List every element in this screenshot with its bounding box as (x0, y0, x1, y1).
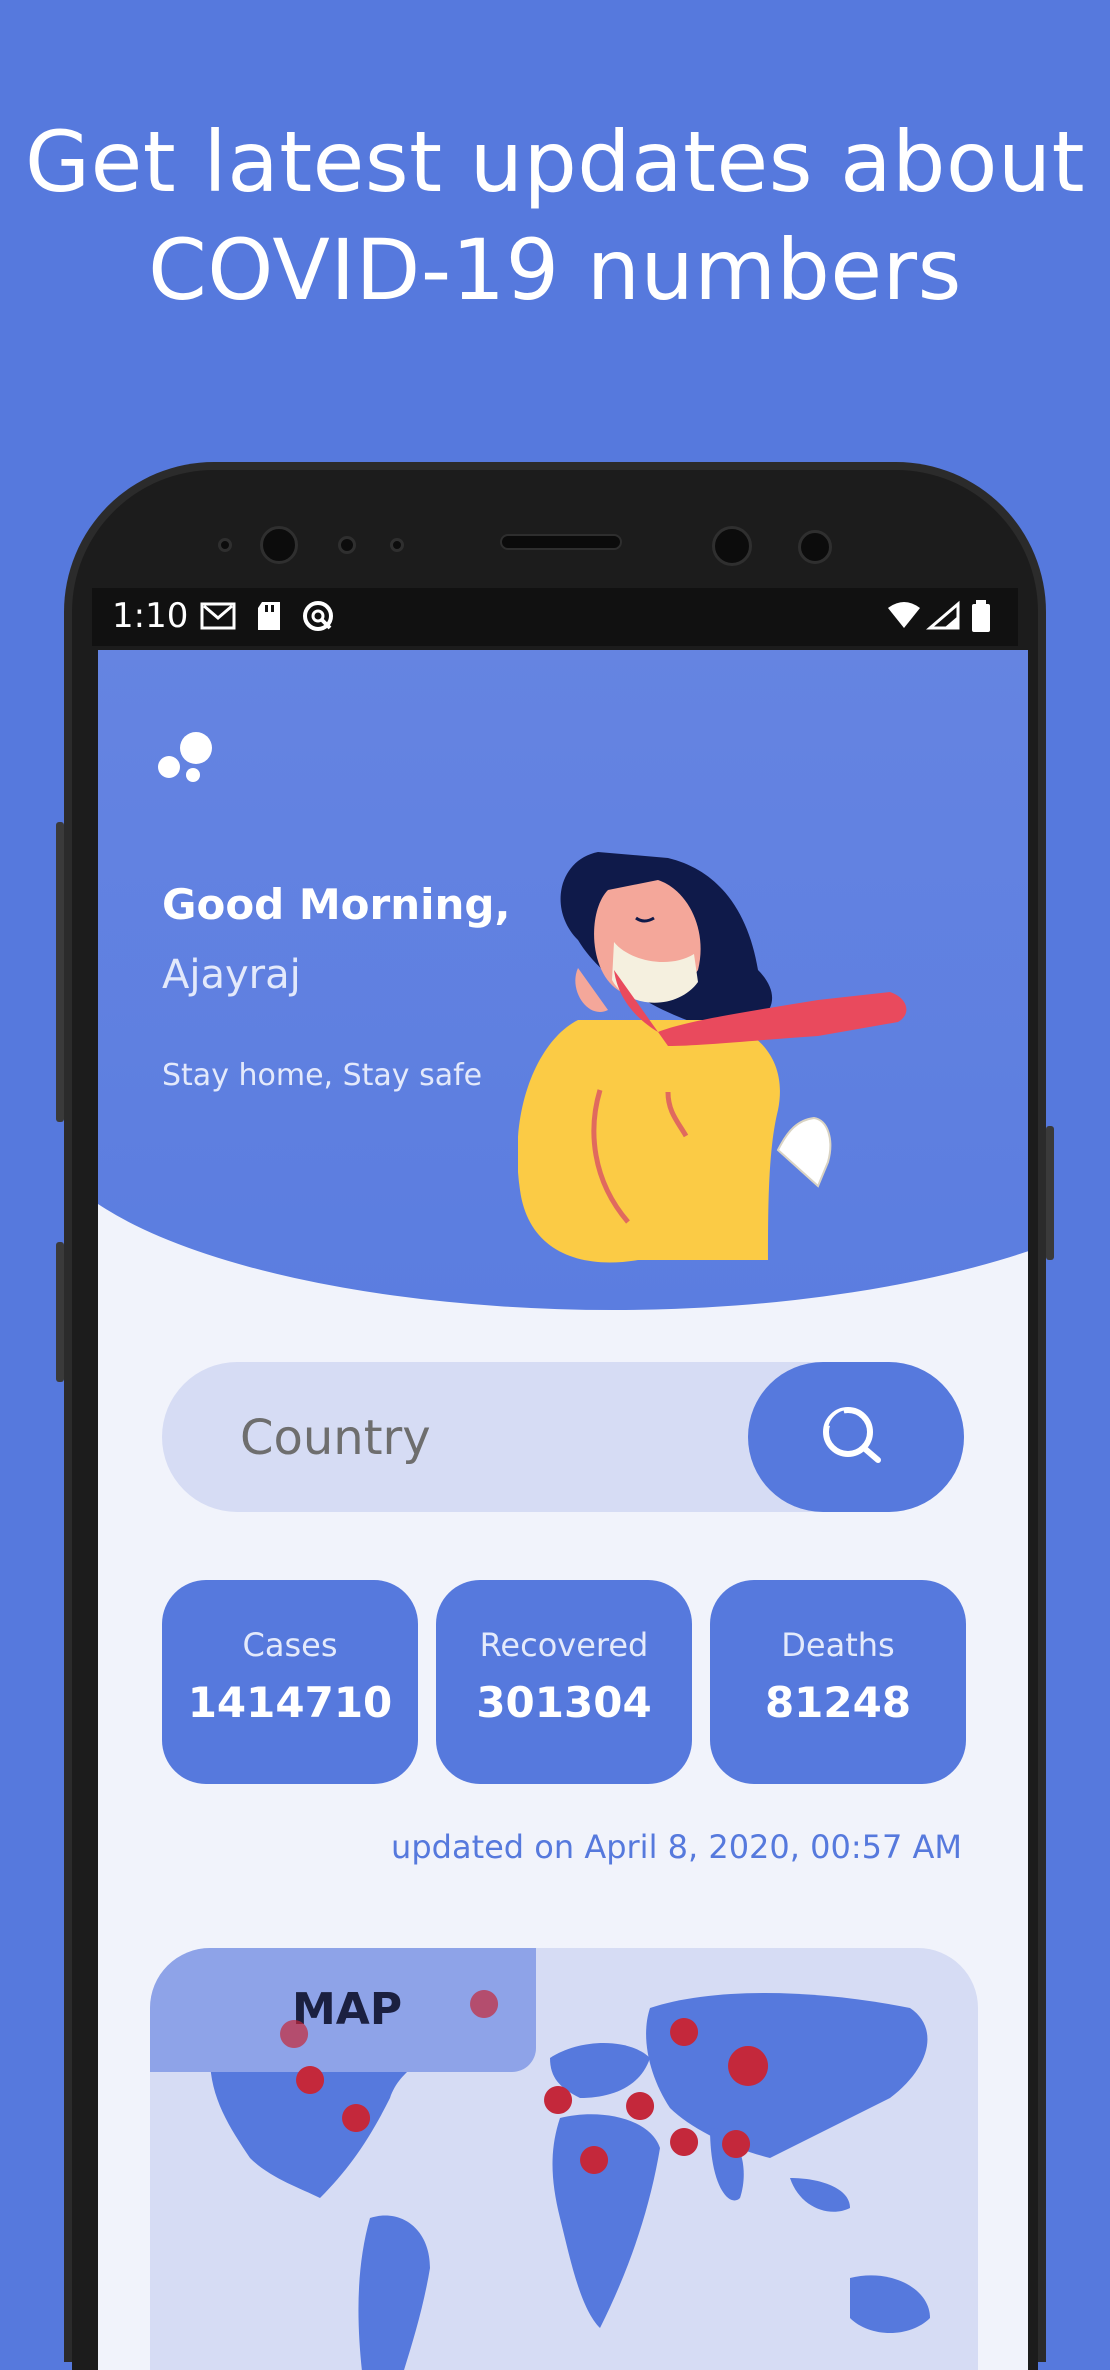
woman-mask-illustration (518, 852, 907, 1263)
earpiece-speaker (500, 534, 622, 550)
proximity-sensor (798, 530, 832, 564)
sensor-dot (338, 536, 356, 554)
headline-line-1: Get latest updates about (24, 113, 1086, 211)
stat-value: 81248 (764, 1678, 912, 1727)
status-time: 1:10 (112, 596, 189, 636)
battery-icon (972, 600, 990, 632)
stat-card-deaths[interactable]: Deaths 81248 (710, 1580, 966, 1784)
wifi-icon (888, 602, 920, 628)
sensor-dot (390, 538, 404, 552)
sensor-dot (218, 538, 232, 552)
stat-card-cases[interactable]: Cases 1414710 (162, 1580, 418, 1784)
headline-line-2: COVID-19 numbers (148, 221, 962, 319)
country-search-input[interactable] (240, 1408, 660, 1468)
sync-icon (303, 601, 333, 631)
map-pins (280, 1990, 769, 2174)
map-card[interactable]: MAP (150, 1948, 978, 2370)
promo-headline: Get latest updates about COVID-19 number… (0, 108, 1110, 324)
stat-label: Recovered (479, 1626, 649, 1664)
signal-icon (926, 600, 960, 630)
front-camera (260, 526, 298, 564)
user-name: Ajayraj (162, 952, 301, 998)
status-bar: 1:10 (92, 588, 1018, 646)
greeting-tagline: Stay home, Stay safe (162, 1058, 483, 1093)
volume-button (56, 822, 64, 1122)
app-screen: Good Morning, Ajayraj Stay home, Stay sa… (98, 650, 1028, 2370)
stat-label: Deaths (781, 1626, 895, 1664)
sd-card-icon (258, 602, 280, 630)
power-button (1046, 1126, 1054, 1260)
greeting-title: Good Morning, (162, 880, 511, 929)
side-button (56, 1242, 64, 1382)
updated-timestamp: updated on April 8, 2020, 00:57 AM (391, 1828, 962, 1866)
search-icon (823, 1407, 881, 1463)
front-camera-secondary (712, 526, 752, 566)
search-button[interactable] (748, 1362, 964, 1512)
stat-value: 1414710 (187, 1678, 393, 1727)
country-search-bar (162, 1362, 964, 1512)
stat-value: 301304 (476, 1678, 652, 1727)
phone-frame: 1:10 Good Morning, Ajayraj Stay home, St… (56, 462, 1054, 2370)
stat-card-recovered[interactable]: Recovered 301304 (436, 1580, 692, 1784)
stat-label: Cases (242, 1626, 338, 1664)
phone-bezel: 1:10 Good Morning, Ajayraj Stay home, St… (72, 470, 1038, 2370)
gmail-icon (200, 602, 236, 630)
